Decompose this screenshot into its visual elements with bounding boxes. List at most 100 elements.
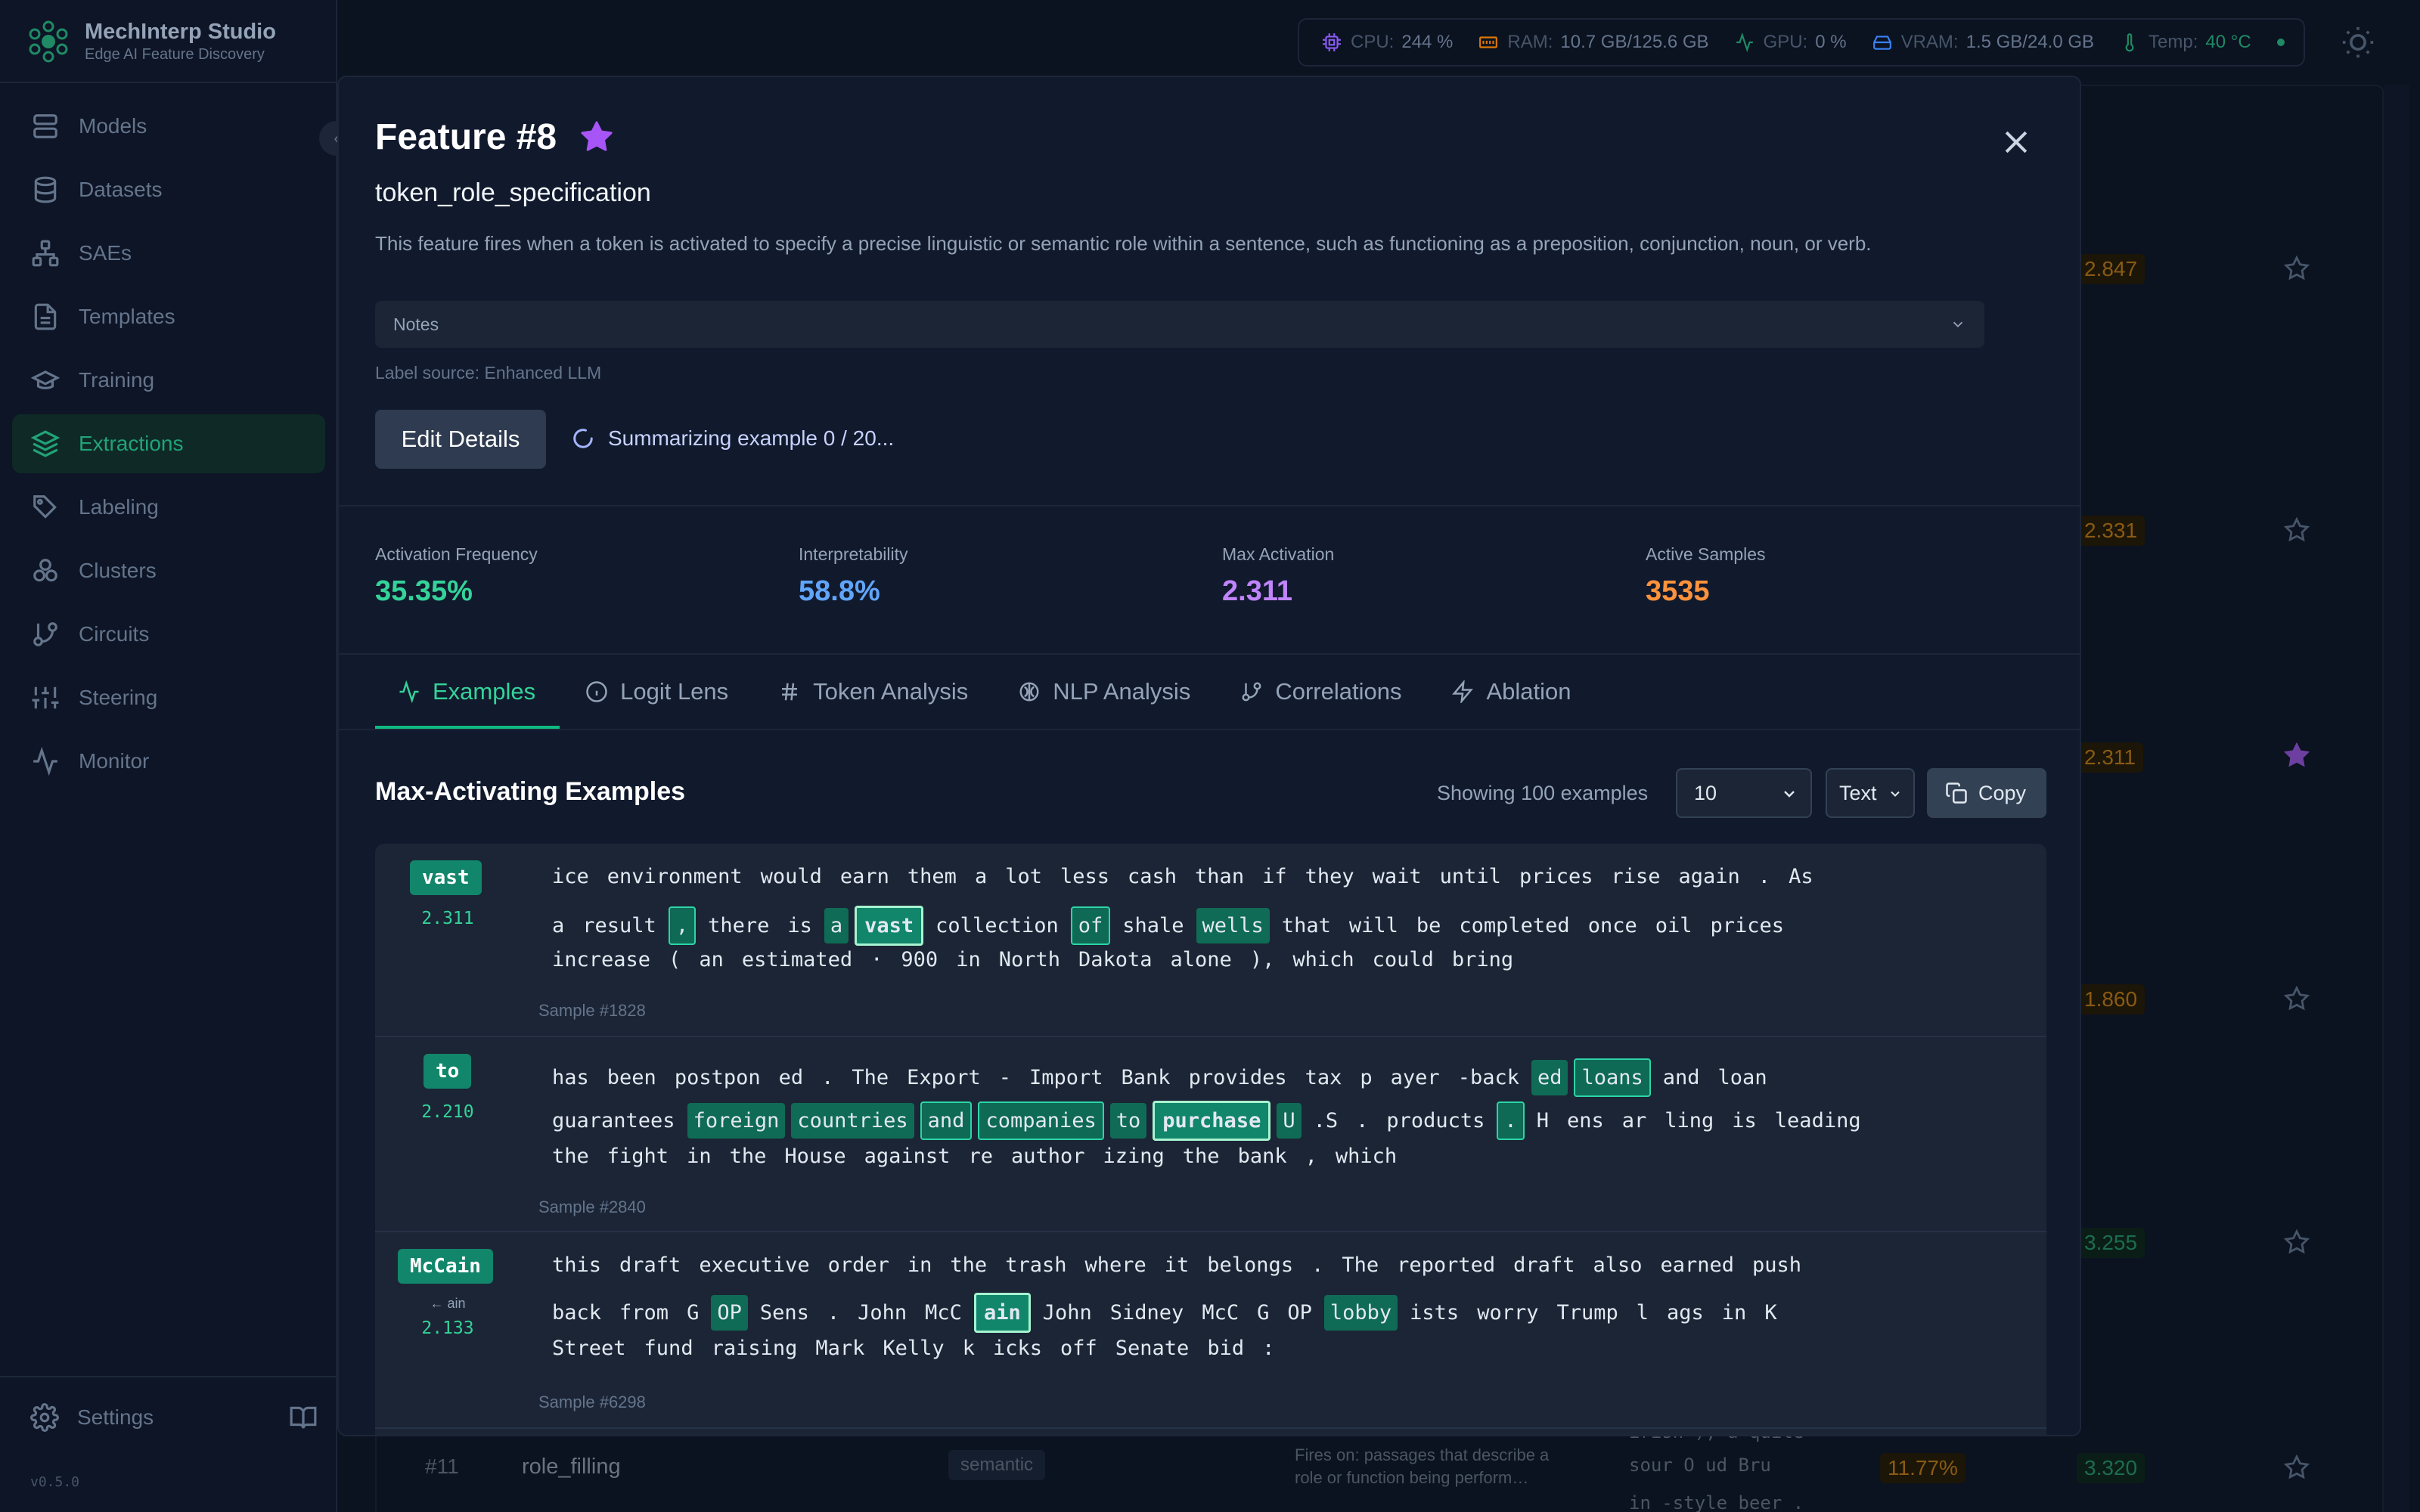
token: and <box>1662 1066 1700 1089</box>
star-icon[interactable] <box>2284 1455 2310 1480</box>
zap-icon <box>1452 680 1474 703</box>
token: estimated <box>741 948 853 971</box>
token: Export <box>907 1066 981 1089</box>
sidebar-item-extractions[interactable]: Extractions <box>12 414 325 473</box>
tab-token-analysis[interactable]: Token Analysis <box>752 655 992 729</box>
sidebar-item-templates[interactable]: Templates <box>12 287 325 346</box>
star-icon[interactable] <box>2284 256 2310 281</box>
highlighted-token[interactable]: lobby <box>1323 1295 1398 1331</box>
sidebar-item-steering[interactable]: Steering <box>12 668 325 727</box>
example-text-line: has been postpon ed. The Export - Import Bank pro… <box>543 1058 1776 1097</box>
sidebar-item-models[interactable]: Models <box>12 97 325 156</box>
token: H <box>1536 1109 1549 1132</box>
tab-nlp-analysis[interactable]: NLP Analysis <box>992 655 1215 729</box>
highlighted-token[interactable]: ed <box>1531 1060 1568 1095</box>
close-icon[interactable] <box>2000 125 2033 159</box>
edit-details-button[interactable]: Edit Details <box>375 410 546 469</box>
highlighted-token[interactable]: countries <box>791 1103 914 1139</box>
bg-feature-description: Fires on: passages that describe a role … <box>1295 1445 1550 1487</box>
sidebar-item-circuits[interactable]: Circuits <box>12 605 325 664</box>
activation-value: 2.210 <box>421 1102 474 1122</box>
vram-status: VRAM: 1.5 GB/24.0 GB <box>1872 32 2094 53</box>
layers-icon <box>30 429 60 459</box>
tab-ablation[interactable]: Ablation <box>1426 655 1595 729</box>
cpu-status: CPU: 244 % <box>1322 32 1453 53</box>
highlighted-token[interactable]: of <box>1070 906 1111 945</box>
token: off <box>1060 1337 1097 1360</box>
token: l <box>1636 1301 1649 1325</box>
sidebar-item-label: Circuits <box>79 622 150 646</box>
system-status-bar: CPU: 244 % RAM: 10.7 GB/125.6 GB GPU: 0 % V… <box>1298 18 2305 67</box>
activity-icon <box>30 746 60 776</box>
copy-button[interactable]: Copy <box>1927 768 2046 818</box>
highlighted-token[interactable]: OP <box>711 1295 748 1331</box>
sample-id: Sample #6298 <box>538 1393 646 1411</box>
token: a <box>974 865 988 888</box>
highlighted-token[interactable]: wells <box>1196 908 1270 943</box>
highlighted-token[interactable]: purchase <box>1153 1101 1271 1141</box>
highlighted-token[interactable]: a <box>824 908 849 943</box>
examples-limit-select[interactable]: 10 <box>1676 768 1812 818</box>
scrollbar[interactable] <box>2384 85 2409 1512</box>
token: has <box>552 1066 589 1089</box>
token: lot <box>1005 865 1042 888</box>
notes-accordion[interactable]: Notes <box>375 301 1984 348</box>
token: The <box>1342 1253 1379 1277</box>
token: OP <box>1287 1301 1312 1325</box>
bg-activation-value: 2.311 <box>2077 742 2143 773</box>
token: loan <box>1717 1066 1767 1089</box>
highlighted-token[interactable]: , <box>668 906 697 945</box>
example-row[interactable] <box>375 1430 2046 1435</box>
sidebar-item-clusters[interactable]: Clusters <box>12 541 325 600</box>
tab-label: NLP Analysis <box>1053 678 1191 705</box>
app-logo-icon <box>29 20 68 63</box>
divider <box>0 82 337 83</box>
highlighted-token[interactable]: to <box>1109 1103 1147 1139</box>
highlighted-token[interactable]: foreign <box>687 1103 786 1139</box>
token: postpon <box>674 1066 761 1089</box>
star-filled-icon[interactable] <box>2284 742 2310 768</box>
example-row[interactable]: McCain ← ain 2.133 this draft executive order i… <box>375 1232 2046 1429</box>
sidebar-item-datasets[interactable]: Datasets <box>12 160 325 219</box>
ram-label: RAM: <box>1507 32 1553 52</box>
sidebar-item-monitor[interactable]: Monitor <box>12 732 325 791</box>
highlighted-token[interactable]: and <box>920 1101 973 1140</box>
book-open-icon[interactable] <box>289 1403 318 1432</box>
token: less <box>1060 865 1110 888</box>
highlighted-token[interactable]: vast <box>855 906 924 946</box>
tab-logit-lens[interactable]: Logit Lens <box>560 655 752 729</box>
sidebar-item-label: Monitor <box>79 749 150 773</box>
token: them <box>907 865 957 888</box>
sidebar: MechInterp Studio Edge AI Feature Discov… <box>0 0 337 1512</box>
brand[interactable]: MechInterp Studio Edge AI Feature Discov… <box>27 20 276 64</box>
display-format-select[interactable]: Text <box>1826 768 1915 818</box>
sidebar-item-settings[interactable]: Settings <box>30 1403 318 1432</box>
token: once <box>1587 914 1637 937</box>
sidebar-item-training[interactable]: Training <box>12 351 325 410</box>
sun-icon[interactable] <box>2341 26 2375 59</box>
highlighted-token[interactable]: ain <box>973 1293 1031 1333</box>
token: shale <box>1122 914 1184 937</box>
highlighted-token[interactable]: U <box>1277 1103 1302 1139</box>
token: ice <box>552 865 589 888</box>
star-filled-icon[interactable] <box>579 119 614 154</box>
memory-icon <box>1479 36 1498 48</box>
star-icon[interactable] <box>2284 1229 2310 1255</box>
example-row[interactable]: to 2.210 has been postpon ed. The Export - Import… <box>375 1037 2046 1232</box>
highlighted-token[interactable]: companies <box>978 1101 1104 1140</box>
token: the <box>729 1145 767 1168</box>
sidebar-item-labeling[interactable]: Labeling <box>12 478 325 537</box>
token: icks <box>992 1337 1042 1360</box>
star-icon[interactable] <box>2284 517 2310 543</box>
highlighted-token[interactable]: loans <box>1574 1058 1651 1097</box>
star-icon[interactable] <box>2284 986 2310 1012</box>
stat-label: Active Samples <box>1646 544 1766 564</box>
token: if <box>1262 865 1287 888</box>
token: draft <box>619 1253 681 1277</box>
token: order <box>827 1253 889 1277</box>
tab-correlations[interactable]: Correlations <box>1215 655 1426 729</box>
sidebar-item-saes[interactable]: SAEs <box>12 224 325 283</box>
highlighted-token[interactable]: . <box>1497 1101 1525 1140</box>
example-row[interactable]: vast 2.311 ice environment would earn them a lot… <box>375 844 2046 1037</box>
tab-examples[interactable]: Examples <box>375 655 560 729</box>
